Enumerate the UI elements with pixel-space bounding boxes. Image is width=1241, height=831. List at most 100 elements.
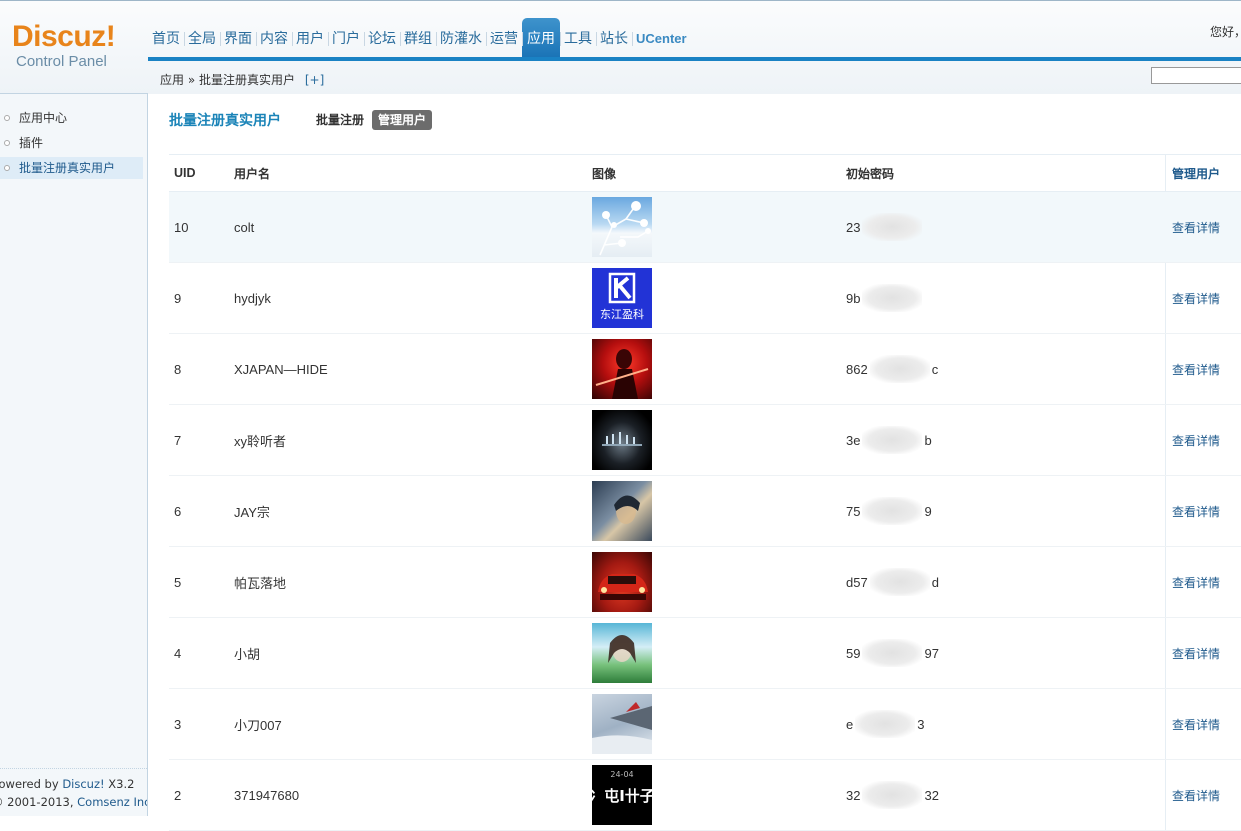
view-details-link[interactable]: 查看详情 xyxy=(1172,547,1220,617)
breadcrumb-separator: » xyxy=(187,73,196,87)
avatar-cell xyxy=(592,476,652,546)
row-uid: 5 xyxy=(174,574,182,590)
password-start: 862 xyxy=(846,361,868,377)
add-shortcut-link[interactable]: [+] xyxy=(305,73,324,87)
sidebar-item-app-center[interactable]: 应用中心 xyxy=(0,107,143,129)
nav-antispam[interactable]: 防灌水 xyxy=(436,18,486,58)
avatar-small-text: 24-04 xyxy=(610,770,633,779)
password-end: d xyxy=(931,574,939,590)
row-username: colt xyxy=(234,219,255,235)
header-manage-users: 管理用户 xyxy=(1172,166,1221,181)
avatar-text: 冫屯I卄子 xyxy=(592,787,652,805)
nav-apps[interactable]: 应用 xyxy=(522,18,560,58)
avatar[interactable] xyxy=(592,552,652,612)
nav-style[interactable]: 界面 xyxy=(220,18,256,58)
avatar-cell xyxy=(592,192,652,262)
nav-global[interactable]: 全局 xyxy=(184,18,220,58)
nav-operation[interactable]: 运营 xyxy=(486,18,522,58)
admin-header: Discuz! Control Panel 首页 全局 界面 内容 用户 门户 … xyxy=(0,0,1241,94)
nav-group[interactable]: 群组 xyxy=(400,18,436,58)
password-end: b xyxy=(924,432,932,448)
table-row: 6 JAY宗 75 9 查看详情 xyxy=(169,476,1241,547)
avatar-cell xyxy=(592,334,652,404)
avatar[interactable] xyxy=(592,623,652,683)
row-uid: 8 xyxy=(174,361,182,377)
breadcrumb-parent: 应用 xyxy=(160,73,185,87)
avatar[interactable] xyxy=(592,481,652,541)
view-details-link[interactable]: 查看详情 xyxy=(1172,476,1220,546)
password-blur xyxy=(862,781,923,809)
discuz-link[interactable]: Discuz! xyxy=(62,777,104,791)
users-table: UID 用户名 图像 初始密码 管理用户 10 colt 23 查看详情 9 h xyxy=(169,154,1241,831)
menu-search-input[interactable] xyxy=(1151,67,1241,84)
nav-user[interactable]: 用户 xyxy=(292,18,328,58)
row-uid: 7 xyxy=(174,432,182,448)
nav-portal[interactable]: 门户 xyxy=(328,18,364,58)
password-start: 3e xyxy=(846,432,861,448)
avatar[interactable] xyxy=(592,410,652,470)
password-blur xyxy=(862,213,923,241)
row-uid: 2 xyxy=(174,787,182,803)
copyright-prefix: © 2001-2013, xyxy=(0,795,78,809)
row-username: 帕瓦落地 xyxy=(234,575,287,591)
avatar-cell: 24-04 冫屯I卄子 xyxy=(592,760,652,830)
powered-version: X3.2 xyxy=(104,777,135,791)
row-initial-password: 9b xyxy=(846,263,924,333)
logo-wordmark: Discuz! xyxy=(12,20,116,53)
view-details-link[interactable]: 查看详情 xyxy=(1172,192,1220,262)
row-username: 371947680 xyxy=(234,787,300,803)
nav-forum[interactable]: 论坛 xyxy=(364,18,400,58)
avatar[interactable]: 东江盈科 xyxy=(592,268,652,328)
avatar[interactable]: 24-04 冫屯I卄子 xyxy=(592,765,652,825)
row-uid: 9 xyxy=(174,290,182,306)
password-blur xyxy=(869,568,930,596)
password-blur xyxy=(855,710,916,738)
avatar-cell: 东江盈科 xyxy=(592,263,652,333)
dongjiang-logo-image: 东江盈科 xyxy=(600,272,644,321)
avatar-cell xyxy=(592,405,652,475)
view-details-link[interactable]: 查看详情 xyxy=(1172,334,1220,404)
nav-content[interactable]: 内容 xyxy=(256,18,292,58)
row-username: JAY宗 xyxy=(234,504,270,520)
view-details-link[interactable]: 查看详情 xyxy=(1172,689,1220,759)
view-details-link[interactable]: 查看详情 xyxy=(1172,405,1220,475)
avatar[interactable] xyxy=(592,197,652,257)
password-start: 75 xyxy=(846,503,861,519)
comsenz-link[interactable]: Comsenz Inc. xyxy=(77,795,147,809)
row-username: xy聆听者 xyxy=(234,433,287,449)
password-start: 23 xyxy=(846,219,861,235)
view-details-link[interactable]: 查看详情 xyxy=(1172,263,1220,333)
row-uid: 6 xyxy=(174,503,182,519)
table-row: 4 小胡 59 97 查看详情 xyxy=(169,618,1241,689)
guitarist-image xyxy=(595,349,649,399)
nav-home[interactable]: 首页 xyxy=(148,18,184,58)
password-start: 32 xyxy=(846,787,861,803)
row-initial-password: 23 xyxy=(846,192,924,262)
powered-by: Powered by Discuz! X3.2 © 2001-2013, Com… xyxy=(0,768,147,811)
view-details-link[interactable]: 查看详情 xyxy=(1172,760,1220,830)
tab-batch-register[interactable]: 批量注册 xyxy=(316,110,364,130)
password-end: 9 xyxy=(924,503,932,519)
row-initial-password: 3e b xyxy=(846,405,932,475)
row-uid: 10 xyxy=(174,219,189,235)
nav-ucenter[interactable]: UCenter xyxy=(632,18,691,58)
sidebar-item-plugins[interactable]: 插件 xyxy=(0,132,143,154)
row-initial-password: 862 c xyxy=(846,334,938,404)
nav-founder[interactable]: 站长 xyxy=(596,18,632,58)
snowy-tree-image xyxy=(599,201,651,256)
sidebar-item-batch-register[interactable]: 批量注册真实用户 xyxy=(0,157,143,179)
header-uid: UID xyxy=(174,166,196,180)
avatar[interactable] xyxy=(592,694,652,754)
nav-tools[interactable]: 工具 xyxy=(560,18,596,58)
table-row: 2 371947680 24-04 冫屯I卄子 32 32 查看详情 xyxy=(169,760,1241,831)
row-initial-password: 32 32 xyxy=(846,760,939,830)
discuz-logo[interactable]: Discuz! Control Panel xyxy=(12,20,116,71)
view-details-link[interactable]: 查看详情 xyxy=(1172,618,1220,688)
avatar[interactable] xyxy=(592,339,652,399)
table-header: UID 用户名 图像 初始密码 管理用户 xyxy=(169,155,1241,192)
avatar-cell xyxy=(592,547,652,617)
breadcrumb: 应用 » 批量注册真实用户 [+] xyxy=(160,71,324,88)
sidebar: 应用中心 插件 批量注册真实用户 xyxy=(0,93,148,816)
row-username: 小胡 xyxy=(234,646,261,662)
tab-manage-users[interactable]: 管理用户 xyxy=(372,110,433,130)
